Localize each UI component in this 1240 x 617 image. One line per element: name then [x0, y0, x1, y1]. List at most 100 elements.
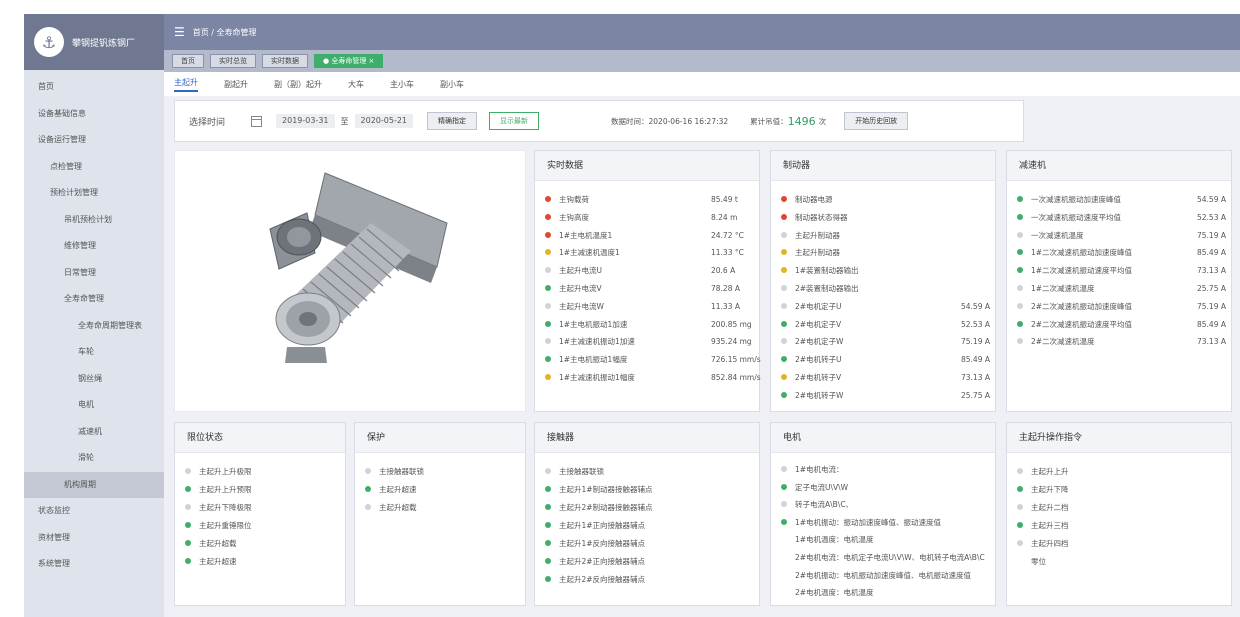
equipment-tabs: 主起升 副起升 副（副）起升 大车 主小车 副小车: [164, 72, 1240, 96]
status-value: 726.15 mm/s: [711, 355, 761, 365]
status-dot: [781, 466, 787, 472]
sidebar-item[interactable]: 状态监控: [24, 498, 164, 524]
command-panel: 主起升操作指令 主起升上升 主起升下降 主起升二档 主起升三档 主起升四档 零位: [1006, 422, 1232, 606]
sidebar-item[interactable]: 首页: [24, 74, 164, 100]
calendar-icon[interactable]: [251, 115, 263, 127]
status-label: 2#电机电流：电机定子电流U\V\W、电机转子电流A\B\C: [795, 553, 985, 562]
sidebar-item[interactable]: 点检管理: [24, 154, 164, 180]
sidebar-item[interactable]: 全寿命周期管理表: [24, 313, 164, 339]
tag-item[interactable]: 首页: [172, 54, 204, 68]
tab-equipment[interactable]: 副起升: [224, 79, 248, 90]
status-row: 1#二次减速机振动加速度峰值 85.49 A: [1017, 244, 1226, 262]
tag-item[interactable]: 实时总览: [210, 54, 256, 68]
realtime-title: 实时数据: [535, 151, 759, 181]
status-row: 1#二次减速机温度 25.75 A: [1017, 280, 1226, 298]
status-label: 1#二次减速机振动速度平均值: [1031, 266, 1133, 276]
contactor-panel: 接触器 主接触器联锁 主起升1#制动器接触器辅点 主起升2#制动器接触器辅点 主起升1…: [534, 422, 760, 606]
status-row: 1#主电机振动1幅度 726.15 mm/s: [545, 351, 761, 369]
tab-equipment[interactable]: 主小车: [390, 79, 414, 90]
contactor-title: 接触器: [535, 423, 759, 453]
sidebar-item[interactable]: 车轮: [24, 339, 164, 365]
status-value: 24.72 °C: [711, 230, 744, 240]
status-value: 54.59 A: [1197, 195, 1226, 204]
status-label: 主起升制动器: [795, 230, 840, 240]
sidebar-item[interactable]: 维修管理: [24, 233, 164, 259]
status-label: 主起升超载: [199, 539, 237, 548]
cumulative-value: 1496: [787, 114, 816, 128]
sidebar-item[interactable]: 吊机预检计划: [24, 207, 164, 233]
app-window: ⚓ 攀钢提钒炼钢厂 首页 设备基础信息 设备运行管理 点检管理 预检计划管理 吊机预检计划…: [24, 14, 1240, 617]
status-dot: [545, 504, 551, 510]
status-dot: [781, 231, 787, 238]
status-dot: [1017, 213, 1023, 220]
tag-item[interactable]: ● 全寿命管理 ×: [314, 54, 384, 68]
sidebar-item[interactable]: 日常管理: [24, 260, 164, 286]
status-dot: [545, 522, 551, 528]
status-row: 主起升电流U 20.6 A: [545, 262, 735, 280]
realtime-panel: 实时数据 主钩载荷 85.49 t 主钩高度 8.24 m 1#主电机温度1 24.72 …: [534, 150, 761, 412]
status-label: 1#主减速机温度1: [559, 248, 620, 258]
sidebar-item[interactable]: 预检计划管理: [24, 180, 164, 206]
status-row: 主钩载荷 85.49 t: [545, 191, 738, 209]
sidebar-item[interactable]: 资材管理: [24, 525, 164, 551]
status-dot: [781, 285, 787, 291]
status-row: 2#电机振动：电机振动加速度峰值、电机振动速度值: [781, 567, 971, 585]
model-panel: [174, 150, 526, 412]
brake-title: 制动器: [771, 151, 995, 181]
status-dot: [185, 522, 191, 528]
status-dot: [781, 196, 787, 202]
status-row: 主起升四档: [1017, 535, 1069, 553]
status-dot: [781, 302, 787, 309]
status-value: 85.49 A: [961, 355, 990, 365]
status-row: 主起升重锤限位: [185, 517, 252, 535]
sidebar-item[interactable]: 设备运行管理: [24, 127, 164, 153]
logo-text: 攀钢提钒炼钢厂: [72, 38, 136, 49]
status-dot: [781, 320, 787, 327]
tab-equipment[interactable]: 主起升: [174, 77, 198, 92]
brake-panel: 制动器 制动器电源 制动器状态得器 主起升制动器 主起升制动器 1#装置制动器输出 2#装…: [770, 150, 996, 412]
status-value: 75.19 A: [1197, 230, 1226, 240]
sidebar-item[interactable]: 电机: [24, 392, 164, 418]
status-label: 2#二次减速机振动速度平均值: [1031, 319, 1133, 329]
end-date-input[interactable]: 2020-05-21: [354, 114, 414, 128]
status-row: 2#二次减速机温度 73.13 A: [1017, 333, 1226, 351]
status-label: 1#主电机振动1幅度: [559, 355, 628, 365]
status-label: 一次减速机振动加速度峰值: [1031, 195, 1121, 204]
status-row: 制动器电源: [781, 191, 833, 209]
status-label: 主起升1#反向接触器辅点: [559, 539, 646, 548]
status-label: 2#电机定子W: [795, 337, 844, 347]
status-label: 主起升上升: [1031, 467, 1069, 476]
reducer-panel: 减速机 一次减速机振动加速度峰值 54.59 A 一次减速机振动速度平均值 52.53…: [1006, 150, 1232, 412]
status-value: 11.33 °C: [711, 248, 744, 258]
status-dot: [545, 540, 551, 546]
sidebar-item[interactable]: 设备基础信息: [24, 101, 164, 127]
sidebar-item[interactable]: 钢丝绳: [24, 366, 164, 392]
show-latest-button[interactable]: 显示最新: [489, 112, 540, 130]
status-row: 制动器状态得器: [781, 209, 848, 227]
tag-item[interactable]: 实时数据: [262, 54, 308, 68]
sidebar-item[interactable]: 滑轮: [24, 445, 164, 471]
status-dot: [185, 468, 191, 474]
status-label: 主起升四档: [1031, 539, 1069, 548]
precise-button[interactable]: 精确指定: [427, 112, 478, 130]
status-label: 主起升超载: [379, 503, 417, 512]
tab-equipment[interactable]: 副（副）起升: [274, 79, 322, 90]
status-label: 2#电机温度：电机温度: [795, 588, 874, 598]
status-value: 52.53 A: [961, 319, 990, 329]
tab-equipment[interactable]: 大车: [348, 79, 364, 90]
tab-equipment[interactable]: 副小车: [440, 79, 464, 90]
sidebar-item[interactable]: 减速机: [24, 419, 164, 445]
history-playback-button[interactable]: 开始历史回放: [844, 112, 909, 130]
sidebar-item[interactable]: 机构周期: [24, 471, 164, 498]
time-label: 选择时间: [189, 117, 226, 128]
status-row: 1#主减速机振动1幅度 852.84 mm/s: [545, 369, 761, 387]
status-dot: [545, 320, 551, 327]
start-date-input[interactable]: 2019-03-31: [276, 114, 335, 128]
status-row: 1#装置制动器输出: [781, 262, 859, 280]
sidebar-item[interactable]: 全寿命管理: [24, 286, 164, 312]
sidebar-item[interactable]: 系统管理: [24, 551, 164, 577]
menu-icon[interactable]: ☰: [174, 25, 185, 39]
status-row: 一次减速机振动加速度峰值 54.59 A: [1017, 191, 1226, 209]
status-row: 主起升上升极限: [185, 463, 252, 481]
status-row: 1#电机振动：振动加速度峰值、振动速度值: [781, 514, 941, 532]
